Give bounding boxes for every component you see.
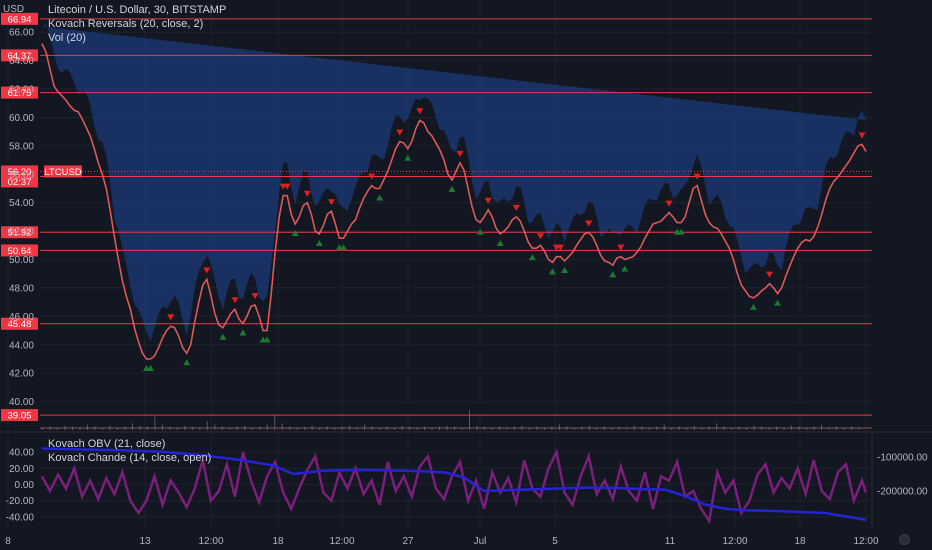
up-marker (496, 239, 504, 246)
volume-bar (214, 424, 216, 430)
y-tick-label: 58.00 (9, 141, 34, 152)
up-marker (239, 329, 247, 336)
up-marker (404, 154, 412, 161)
up-marker (219, 333, 227, 340)
volume-legend[interactable]: Vol (20) (48, 31, 226, 45)
x-tick-label: 12:00 (722, 536, 747, 547)
up-marker (774, 299, 782, 306)
x-tick-label: Jul (474, 536, 487, 547)
y-tick-label: 42.00 (9, 369, 34, 380)
down-marker (585, 220, 593, 227)
obv-legend[interactable]: Kovach OBV (21, close) (48, 437, 211, 451)
up-marker (749, 303, 757, 310)
settings-dot-icon[interactable] (899, 534, 910, 545)
y-tick-label: 48.00 (9, 283, 34, 294)
down-marker (858, 132, 866, 139)
y-tick-label: 40.00 (9, 397, 34, 408)
volume-bar (281, 423, 283, 430)
x-tick-label: 13 (139, 536, 151, 547)
volume-bar (266, 424, 268, 430)
volume-bar (364, 424, 366, 430)
volume-bars (40, 410, 872, 430)
obv-tick-label: -200000.00 (877, 487, 928, 498)
y-tick-label: 62.00 (9, 85, 34, 96)
kovach-band (42, 24, 866, 342)
y-tick-label: 54.00 (9, 198, 34, 209)
y-tick-label: 20.00 (9, 464, 34, 475)
volume-bar (558, 424, 560, 430)
currency-label: USD (3, 4, 25, 15)
main-legend: Litecoin / U.S. Dollar, 30, BITSTAMP Kov… (48, 3, 226, 45)
up-marker (528, 254, 536, 261)
band-area (42, 24, 866, 342)
up-marker (376, 194, 384, 201)
down-marker (536, 233, 544, 240)
y-tick-label: 46.00 (9, 312, 34, 323)
up-marker (448, 185, 456, 192)
down-marker (303, 190, 311, 197)
up-marker (609, 271, 617, 278)
y-tick-label: 52.00 (9, 227, 34, 238)
down-marker (665, 200, 673, 207)
y-tick-label: 0.00 (15, 480, 35, 491)
lower-legend: Kovach OBV (21, close) Kovach Chande (14… (48, 437, 211, 465)
volume-bar (716, 423, 718, 430)
down-marker (231, 297, 239, 304)
reversals-legend[interactable]: Kovach Reversals (20, close, 2) (48, 17, 226, 31)
y-tick-label: 64.00 (9, 56, 34, 67)
x-tick-label: 5 (552, 536, 558, 547)
x-tick-label: 12:00 (198, 536, 223, 547)
down-marker (456, 150, 464, 157)
y-tick-label: 60.00 (9, 113, 34, 124)
x-tick-label: 12:00 (853, 536, 878, 547)
up-marker (315, 239, 323, 246)
chart-canvas[interactable]: 66.9464.3761.7555.8451.9250.6445.4839.05… (0, 0, 932, 550)
x-tick-label: 18 (272, 536, 284, 547)
down-marker (167, 314, 175, 321)
volume-bar (131, 423, 133, 430)
y-tick-label: 66.00 (9, 28, 34, 39)
x-tick-label: 11 (665, 536, 676, 547)
down-marker (766, 271, 774, 278)
y-tick-label: 44.00 (9, 340, 34, 351)
volume-bar (663, 424, 665, 430)
down-marker (416, 108, 424, 115)
chande-legend[interactable]: Kovach Chande (14, close, open) (48, 451, 211, 465)
x-tick-label: 27 (402, 536, 414, 547)
up-marker (621, 265, 629, 272)
y-tick-label: -40.00 (6, 512, 35, 523)
y-tick-label: 50.00 (9, 255, 34, 266)
down-marker (251, 292, 259, 299)
up-marker (183, 359, 191, 366)
volume-bar (161, 424, 163, 430)
volume-bar (821, 424, 823, 430)
down-marker (512, 204, 520, 211)
obv-tick-label: -100000.00 (877, 453, 928, 464)
x-tick-label: 18 (794, 536, 806, 547)
y-tick-label: -20.00 (6, 496, 35, 507)
y-tick-label: 56.00 (9, 170, 34, 181)
y-tick-label: 40.00 (9, 448, 34, 459)
x-tick-label: 12:00 (329, 536, 354, 547)
volume-bar (468, 410, 470, 430)
down-marker (396, 129, 404, 136)
level-label: 39.05 (8, 411, 32, 422)
level-label: 66.94 (8, 14, 32, 25)
up-marker (561, 266, 569, 273)
down-marker (617, 244, 625, 251)
volume-bar (206, 421, 208, 430)
symbol-legend[interactable]: Litecoin / U.S. Dollar, 30, BITSTAMP (48, 3, 226, 17)
symbol-label: LTCUSD (44, 167, 81, 178)
down-marker (203, 267, 211, 274)
volume-bar (86, 424, 88, 430)
x-tick-label: 8 (5, 536, 11, 547)
